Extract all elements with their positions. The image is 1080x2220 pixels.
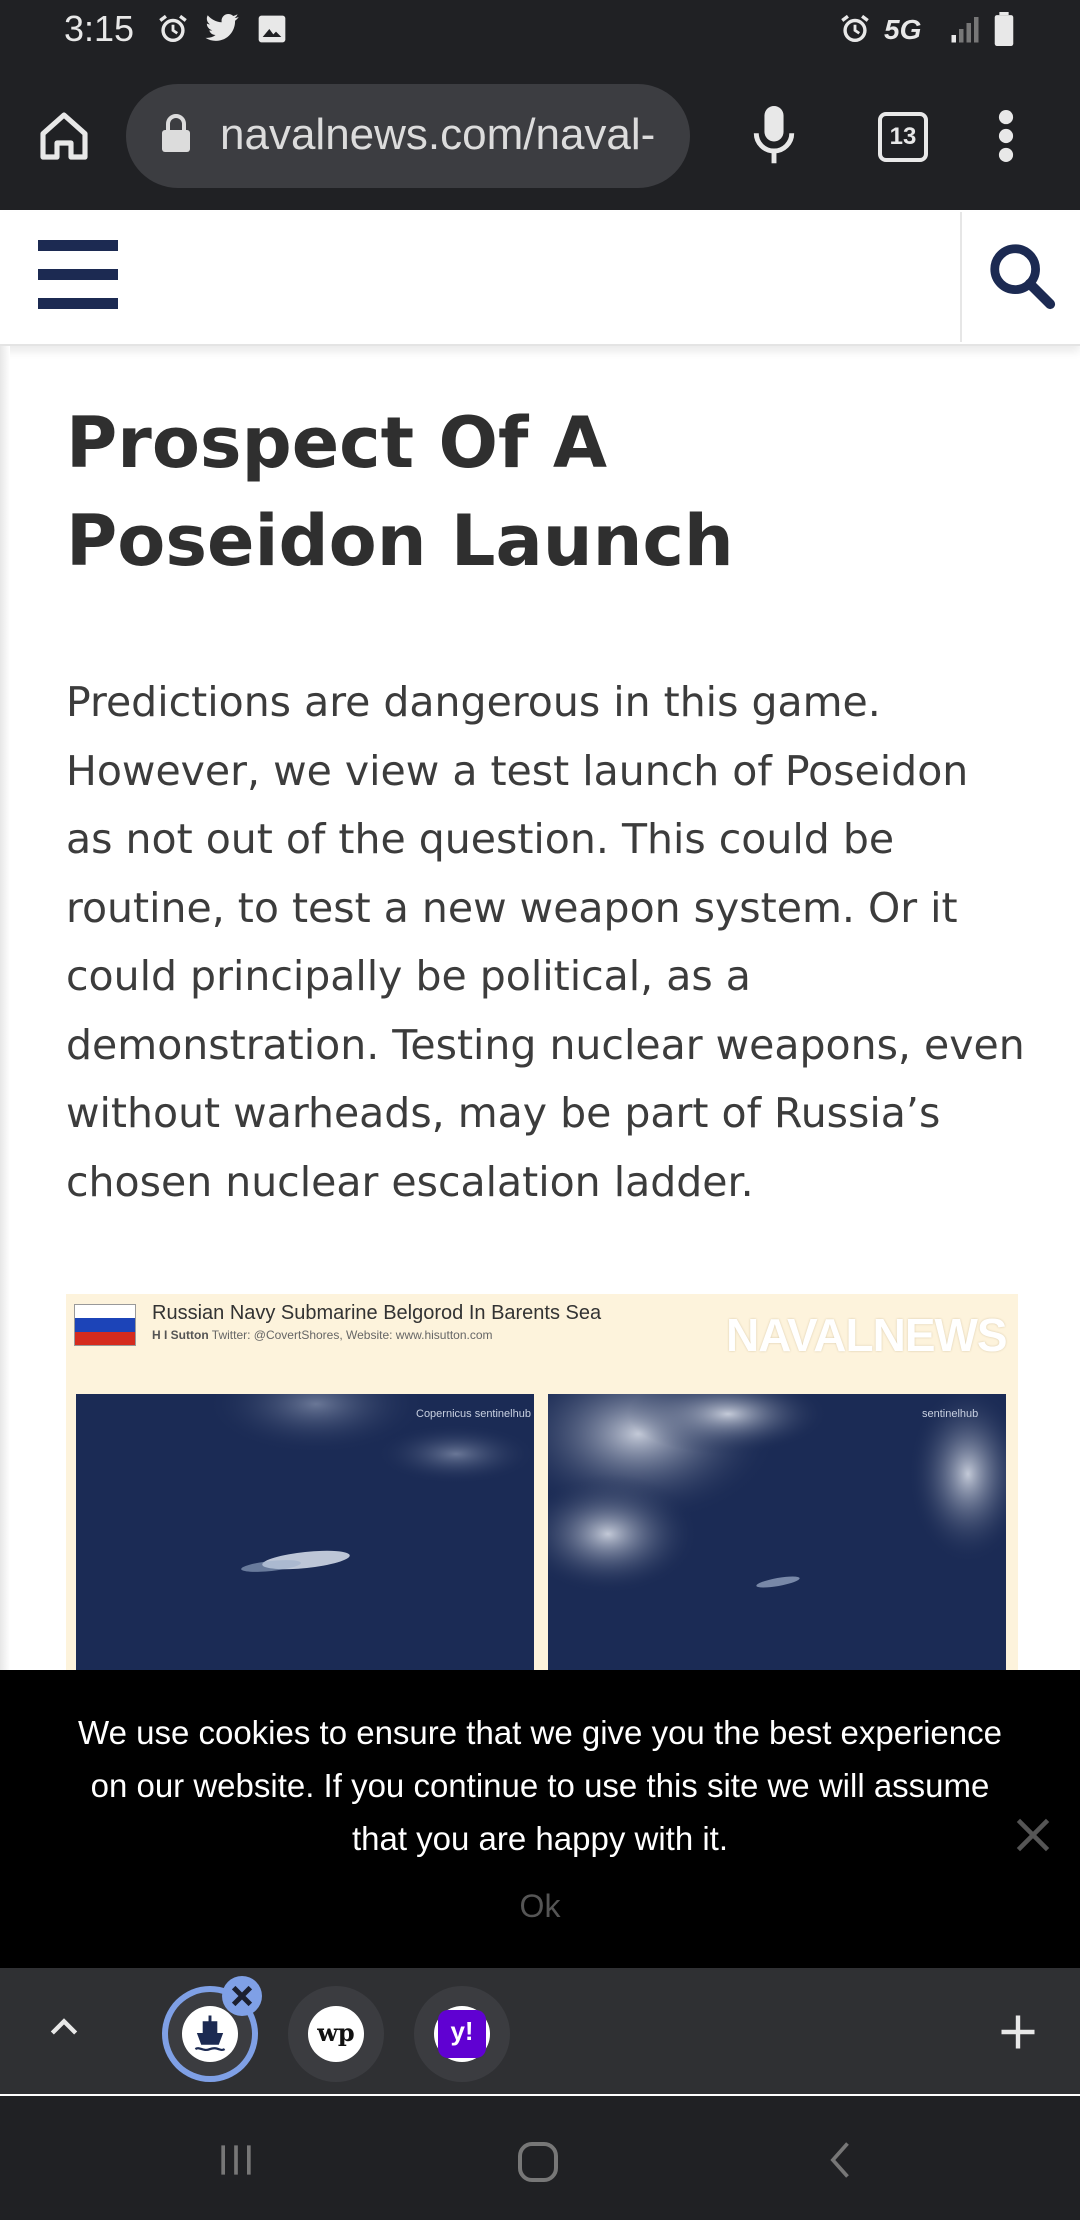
yahoo-logo-icon: y! — [450, 2016, 474, 2046]
figure-author-line: H I Sutton Twitter: @CovertShores, Websi… — [152, 1328, 493, 1342]
article-image[interactable]: Russian Navy Submarine Belgorod In Baren… — [66, 1294, 1018, 1670]
mic-icon[interactable] — [752, 106, 796, 170]
satellite-image-right: sentinelhub — [548, 1394, 1006, 1670]
home-icon[interactable] — [36, 108, 92, 168]
plus-icon[interactable] — [996, 2010, 1040, 2058]
site-header — [0, 212, 1080, 346]
navalnews-logo: NAVALNEWS — [726, 1309, 1008, 1361]
sentinelhub-credit: sentinelhub — [922, 1408, 979, 1420]
header-divider — [960, 212, 962, 342]
twitter-icon — [204, 12, 240, 46]
page-edge-shadow — [0, 346, 10, 1670]
alarm-icon — [156, 12, 190, 46]
tab-yahoo[interactable]: y! — [414, 1986, 510, 2082]
status-time: 3:15 — [64, 8, 135, 49]
image-icon — [256, 12, 288, 46]
figure-title: Russian Navy Submarine Belgorod In Baren… — [152, 1302, 602, 1324]
system-nav-bar — [0, 2096, 1080, 2220]
washington-post-logo-icon: wp — [317, 2018, 355, 2047]
chevron-up-icon[interactable] — [44, 2008, 84, 2052]
home-button-icon[interactable] — [514, 2138, 562, 2190]
tab-washington-post[interactable]: wp — [288, 1986, 384, 2082]
article-heading: Prospect Of A Poseidon Launch — [66, 402, 734, 582]
close-icon[interactable] — [1008, 1810, 1058, 1860]
figure-author: H I Sutton — [152, 1328, 209, 1342]
status-bar: 3:15 5G — [0, 0, 1080, 62]
russian-flag-icon — [74, 1304, 136, 1346]
hamburger-menu-icon[interactable] — [38, 240, 118, 310]
copernicus-credit: Copernicus sentinelhub — [416, 1408, 531, 1420]
tab-switcher-button[interactable]: 13 — [878, 112, 928, 162]
url-text[interactable]: navalnews.com/naval- — [220, 110, 680, 170]
network-type: 5G — [884, 14, 922, 45]
figure-credits: Twitter: @CovertShores, Website: www.his… — [211, 1328, 493, 1342]
close-tab-icon[interactable] — [222, 1976, 262, 2016]
tab-group-strip: wp y! — [0, 1968, 1080, 2094]
alarm-icon-right — [838, 12, 872, 46]
cookie-ok-button[interactable]: Ok — [480, 1888, 600, 1925]
lock-icon — [160, 114, 192, 158]
recent-apps-icon[interactable] — [214, 2138, 258, 2186]
ship-icon — [194, 2015, 226, 2051]
article-paragraph: Predictions are dangerous in this game. … — [66, 678, 1025, 1206]
battery-icon — [994, 12, 1014, 46]
search-icon[interactable] — [986, 240, 1056, 314]
back-icon[interactable] — [820, 2138, 864, 2186]
cookie-message: We use cookies to ensure that we give yo… — [78, 1714, 1002, 1857]
signal-icon — [950, 12, 980, 46]
more-menu-icon[interactable] — [996, 110, 1016, 166]
satellite-image-left: Copernicus sentinelhub — [76, 1394, 534, 1670]
